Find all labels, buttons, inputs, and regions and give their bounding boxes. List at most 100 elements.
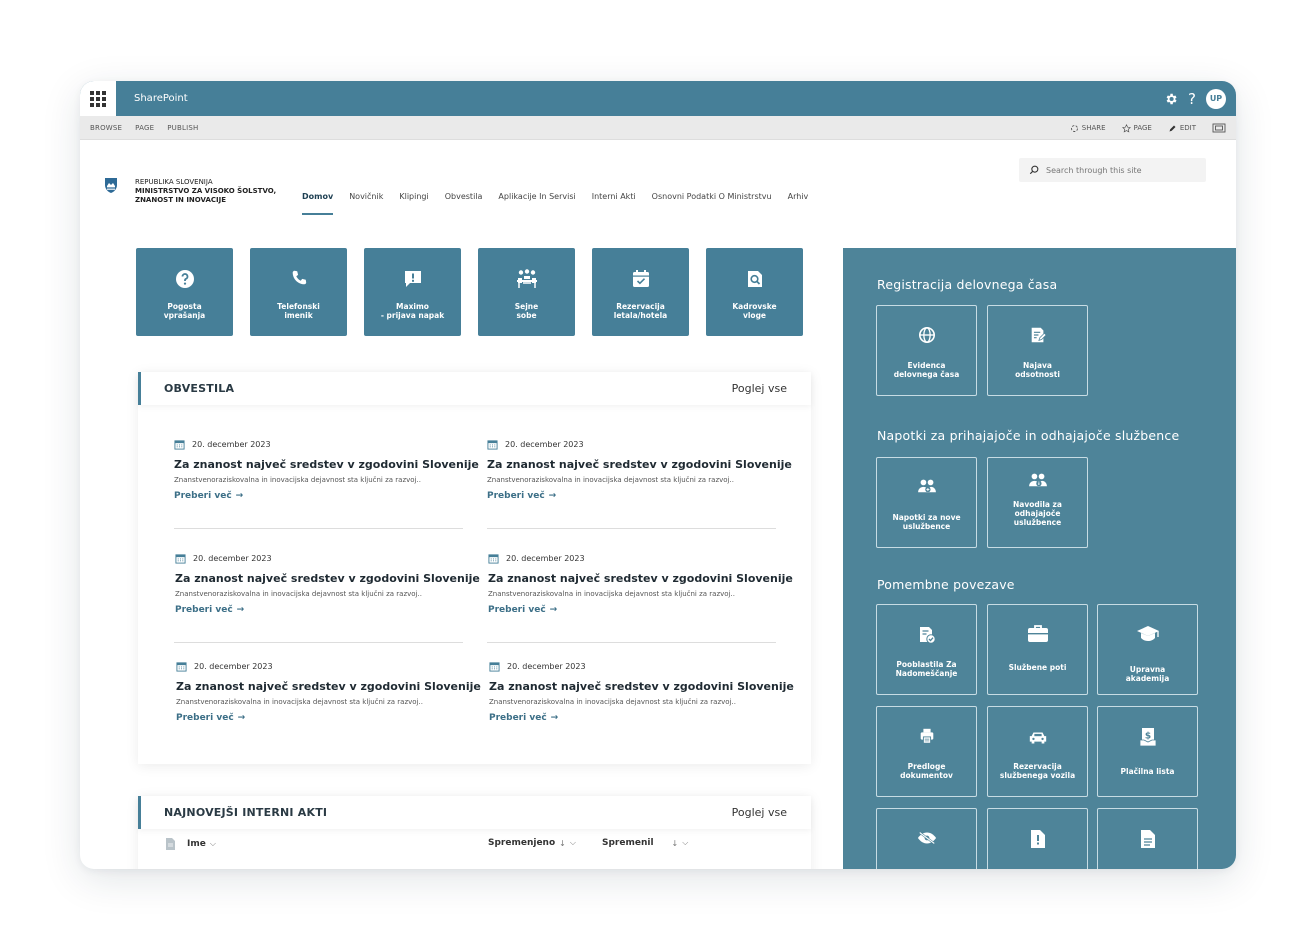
app-launcher-button[interactable] bbox=[80, 81, 116, 116]
read-more-link[interactable]: Preberi več → bbox=[487, 491, 777, 501]
quick-tile-pogosta-vprasanja[interactable]: Pogosta vprašanja bbox=[136, 248, 233, 336]
quick-tile-kadrovske-vloge[interactable]: Kadrovske vloge bbox=[706, 248, 803, 336]
tile-label-line-2: dokumentov bbox=[900, 771, 953, 780]
tile-label-line-1: Napotki za nove bbox=[892, 513, 961, 522]
tile-label-line-1: Telefonski bbox=[277, 302, 320, 311]
edit-button[interactable]: EDIT bbox=[1168, 124, 1196, 133]
sort-arrow-icon: ↓ bbox=[671, 838, 679, 848]
graduation-cap-icon bbox=[1136, 626, 1159, 641]
tile-label-line-1: Sejne bbox=[514, 302, 539, 311]
news-title[interactable]: Za znanost največ sredstev v zgodovini S… bbox=[174, 458, 479, 471]
follow-label: PAGE bbox=[1133, 124, 1152, 132]
search-icon bbox=[1029, 165, 1039, 175]
follow-page-button[interactable]: PAGE bbox=[1121, 123, 1152, 133]
panel-tile-najava-odsotnosti[interactable]: Najava odsotnosti bbox=[987, 305, 1088, 396]
ribbon-tab-browse[interactable]: BROWSE bbox=[90, 124, 122, 132]
panel-tile-placilna-lista[interactable]: $ Plačilna lista bbox=[1097, 706, 1198, 797]
chevron-down-icon: ⌵ bbox=[682, 838, 689, 847]
user-avatar[interactable]: UP bbox=[1206, 88, 1226, 109]
quick-tile-maximo[interactable]: Maximo - prijava napak bbox=[364, 248, 461, 336]
nav-item-domov[interactable]: Domov bbox=[302, 185, 334, 215]
obvestila-card: OBVESTILA Poglej vse 20. december 2023 Z… bbox=[138, 372, 811, 764]
site-search-box[interactable] bbox=[1019, 158, 1206, 182]
tile-label-line-2: Nadomeščanje bbox=[895, 669, 958, 678]
fullscreen-icon bbox=[1212, 123, 1226, 133]
file-icon bbox=[166, 838, 175, 850]
read-more-link[interactable]: Preberi več → bbox=[175, 605, 465, 615]
car-icon bbox=[1029, 732, 1046, 744]
nav-item-arhiv[interactable]: Arhiv bbox=[788, 185, 809, 215]
read-more-link[interactable]: Preberi več → bbox=[488, 605, 778, 615]
read-more-link[interactable]: Preberi več → bbox=[489, 713, 779, 723]
panel-tile-sluzbene-poti[interactable]: Službene poti bbox=[987, 604, 1088, 695]
panel-tile-pooblastila[interactable]: Pooblastila Za Nadomeščanje bbox=[876, 604, 977, 695]
help-button[interactable]: ? bbox=[1188, 90, 1196, 108]
obvestila-header: OBVESTILA Poglej vse bbox=[138, 372, 811, 405]
tile-label-line-1: Pogosta bbox=[167, 302, 202, 311]
quick-tile-telefonski-imenik[interactable]: Telefonski imenik bbox=[250, 248, 347, 336]
tile-label-line-1: Kadrovske bbox=[732, 302, 777, 311]
org-line-2: MINISTRSTVO ZA VISOKO ŠOLSTVO, bbox=[135, 187, 277, 195]
arrow-right-icon: → bbox=[237, 713, 246, 723]
panel-tile-upravna-akademija[interactable]: Upravna akademija bbox=[1097, 604, 1198, 695]
eye-off-icon bbox=[917, 831, 936, 845]
tile-label-line-1: Evidenca bbox=[907, 361, 946, 370]
globe-icon bbox=[918, 326, 935, 344]
news-title[interactable]: Za znanost največ sredstev v zgodovini S… bbox=[487, 458, 792, 471]
brand-name[interactable]: SharePoint bbox=[134, 81, 188, 116]
tile-label-line-1: Predloge bbox=[907, 762, 946, 771]
focus-mode-button[interactable] bbox=[1212, 123, 1226, 133]
quick-tile-rezervacija-letala[interactable]: Rezervacija letala/hotela bbox=[592, 248, 689, 336]
read-more-label: Preberi več bbox=[174, 491, 232, 501]
news-title[interactable]: Za znanost največ sredstev v zgodovini S… bbox=[489, 680, 794, 693]
column-header-name[interactable]: Ime ⌵ bbox=[165, 838, 216, 850]
quick-tile-sejne-sobe[interactable]: Sejne sobe bbox=[478, 248, 575, 336]
coat-of-arms-logo[interactable] bbox=[104, 177, 118, 198]
search-input[interactable] bbox=[1046, 165, 1196, 175]
organization-name: REPUBLIKA SLOVENIJA MINISTRSTVO ZA VISOK… bbox=[135, 178, 276, 205]
obvestila-view-all-link[interactable]: Poglej vse bbox=[732, 382, 787, 395]
ribbon-tab-publish[interactable]: PUBLISH bbox=[167, 124, 198, 132]
waffle-icon bbox=[90, 90, 106, 107]
news-title[interactable]: Za znanost največ sredstev v zgodovini S… bbox=[176, 680, 481, 693]
interni-akti-view-all-link[interactable]: Poglej vse bbox=[732, 806, 787, 819]
news-item: 20. december 2023 Za znanost največ sred… bbox=[174, 439, 479, 501]
panel-tile-napotki-nove[interactable]: Napotki za nove uslužbence bbox=[876, 457, 977, 548]
nav-item-klipingi[interactable]: Klipingi bbox=[399, 185, 428, 215]
divider bbox=[487, 642, 776, 643]
nav-item-aplikacije[interactable]: Aplikacije In Servisi bbox=[498, 185, 575, 215]
interni-akti-card: NAJNOVEJŠI INTERNI AKTI Poglej vse bbox=[138, 796, 811, 869]
top-navigation: Domov Novičnik Klipingi Obvestila Aplika… bbox=[302, 185, 808, 215]
column-header-modified-by[interactable]: Spremenil ↓ ⌵ bbox=[602, 838, 688, 848]
panel-tile-rezervacija-vozila[interactable]: Rezervacija službenega vozila bbox=[987, 706, 1088, 797]
news-title[interactable]: Za znanost največ sredstev v zgodovini S… bbox=[175, 572, 480, 585]
panel-tile-dokument[interactable] bbox=[1097, 808, 1198, 869]
news-description: Znanstvenoraziskovalna in inovacijska de… bbox=[175, 590, 422, 598]
nav-item-novicnik[interactable]: Novičnik bbox=[349, 185, 383, 215]
panel-tile-varstvo-podatkov[interactable] bbox=[876, 808, 977, 869]
tile-label-line-2: akademija bbox=[1125, 674, 1170, 683]
gear-icon[interactable] bbox=[1164, 92, 1178, 106]
read-more-link[interactable]: Preberi več → bbox=[174, 491, 464, 501]
column-header-modified[interactable]: Spremenjeno ↓ ⌵ bbox=[488, 838, 576, 848]
news-description: Znanstvenoraziskovalna in inovacijska de… bbox=[488, 590, 735, 598]
nav-item-obvestila[interactable]: Obvestila bbox=[445, 185, 483, 215]
meeting-room-icon bbox=[516, 269, 537, 288]
share-button[interactable]: SHARE bbox=[1070, 124, 1106, 133]
ribbon-tab-page[interactable]: PAGE bbox=[135, 124, 154, 132]
tile-label-line-1: Upravna bbox=[1129, 665, 1166, 674]
nav-item-osnovni-podatki[interactable]: Osnovni Podatki O Ministrstvu bbox=[652, 185, 772, 215]
panel-tile-evidenca[interactable]: Evidenca delovnega časa bbox=[876, 305, 977, 396]
read-more-link[interactable]: Preberi več → bbox=[176, 713, 466, 723]
panel-tile-prijava-krsitve[interactable] bbox=[987, 808, 1088, 869]
calendar-icon bbox=[487, 440, 498, 450]
tile-label-line-1: Službene poti bbox=[1008, 663, 1067, 672]
tile-label-line-1: Rezervacija bbox=[616, 302, 665, 311]
column-modified-by-label: Spremenil bbox=[602, 838, 654, 848]
panel-tile-navodila-odhajajoce[interactable]: Navodila za odhajajoče uslužbence bbox=[987, 457, 1088, 548]
nav-item-interni-akti[interactable]: Interni Akti bbox=[592, 185, 636, 215]
divider bbox=[174, 528, 463, 529]
arrow-right-icon: → bbox=[236, 605, 245, 615]
news-title[interactable]: Za znanost največ sredstev v zgodovini S… bbox=[488, 572, 793, 585]
panel-tile-predloge-dokumentov[interactable]: Predloge dokumentov bbox=[876, 706, 977, 797]
